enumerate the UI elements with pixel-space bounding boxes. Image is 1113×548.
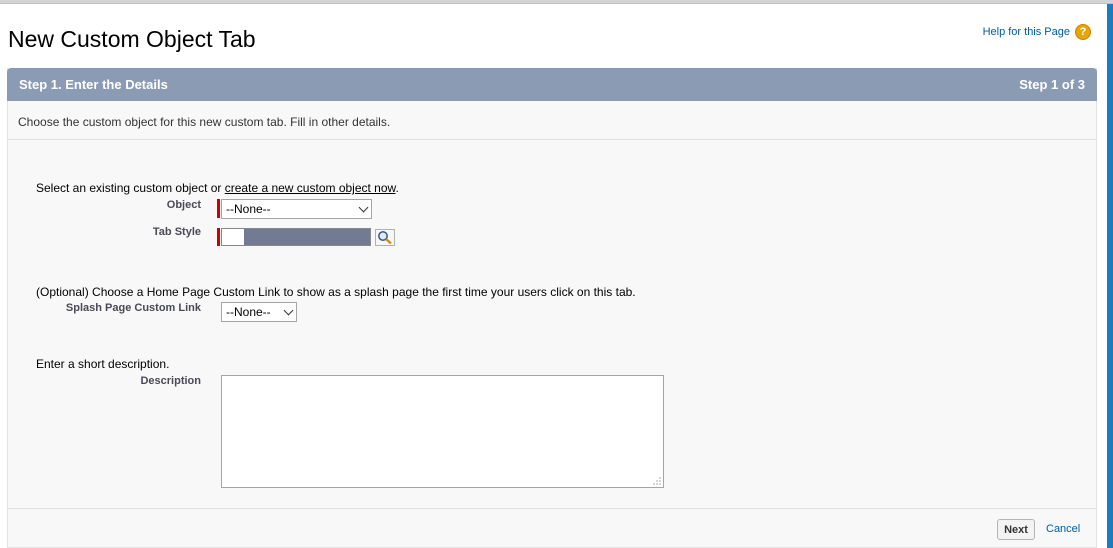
create-custom-object-link[interactable]: create a new custom object now: [225, 181, 396, 195]
object-select-value: --None--: [226, 202, 271, 216]
description-textarea[interactable]: [221, 375, 664, 488]
splash-page-select[interactable]: --None--: [221, 302, 297, 322]
splash-page-label: Splash Page Custom Link: [65, 302, 201, 314]
next-button[interactable]: Next: [997, 519, 1035, 540]
splash-section-text: (Optional) Choose a Home Page Custom Lin…: [36, 285, 636, 299]
help-link[interactable]: Help for this Page: [983, 26, 1070, 38]
tab-style-label: Tab Style: [152, 226, 201, 238]
description-section-text: Enter a short description.: [36, 357, 170, 371]
object-section-text: Select an existing custom object or crea…: [36, 181, 399, 195]
description-label: Description: [140, 375, 201, 387]
object-label: Object: [166, 199, 201, 211]
chevron-down-icon: [358, 202, 369, 212]
required-indicator: [217, 199, 220, 218]
object-section-suffix: .: [395, 181, 399, 195]
step-title: Step 1. Enter the Details: [19, 77, 168, 92]
tab-style-field[interactable]: [221, 228, 371, 246]
object-select[interactable]: --None--: [221, 199, 372, 219]
page-title: New Custom Object Tab: [8, 26, 256, 52]
splash-select-value: --None--: [226, 305, 271, 319]
divider: [8, 139, 1096, 140]
cancel-link[interactable]: Cancel: [1046, 523, 1080, 535]
lookup-search-icon[interactable]: [375, 229, 395, 246]
required-indicator: [217, 228, 220, 246]
resize-handle-icon[interactable]: [653, 477, 661, 485]
help-icon[interactable]: ?: [1075, 24, 1091, 40]
tab-style-color-swatch: [244, 229, 370, 245]
help-for-page[interactable]: Help for this Page ?: [983, 24, 1091, 40]
chevron-down-icon: [283, 305, 294, 315]
step-header: Step 1. Enter the Details Step 1 of 3: [7, 68, 1097, 101]
top-border: [0, 0, 1113, 4]
footer-divider: [8, 508, 1096, 509]
tab-style-blank: [222, 229, 244, 245]
object-section-prefix: Select an existing custom object or: [36, 181, 225, 195]
step-instruction: Choose the custom object for this new cu…: [18, 115, 391, 129]
right-edge-strip: [1107, 4, 1113, 548]
step-counter: Step 1 of 3: [1019, 77, 1085, 92]
